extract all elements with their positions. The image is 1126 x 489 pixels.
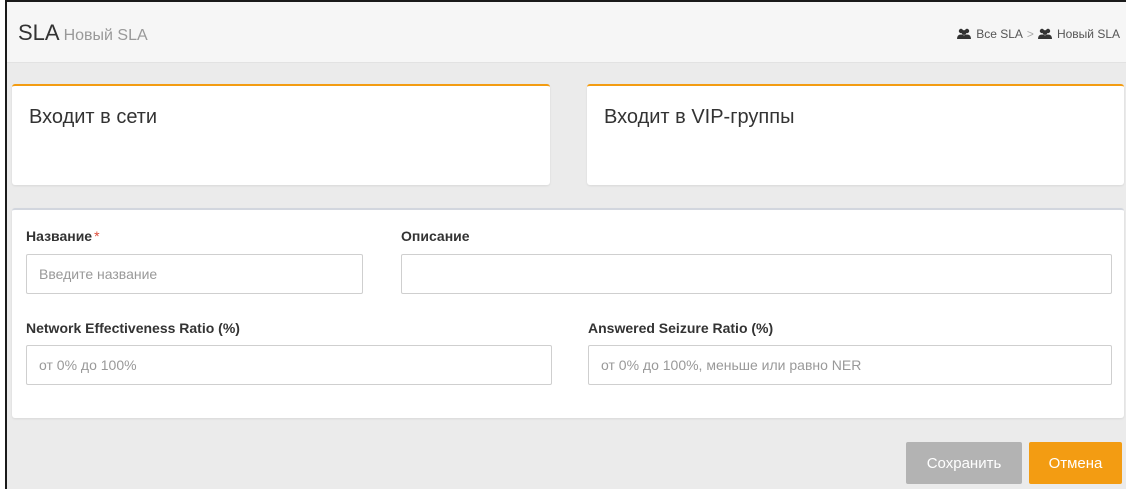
breadcrumb-new-sla: Новый SLA	[1037, 27, 1120, 41]
users-icon	[1037, 28, 1052, 39]
asr-input[interactable]	[588, 345, 1112, 385]
description-input[interactable]	[401, 254, 1112, 294]
vip-groups-card-title: Входит в VIP-группы	[604, 106, 795, 128]
name-label-text: Название	[26, 228, 93, 244]
page-title-text: SLA	[18, 20, 60, 45]
name-input[interactable]	[26, 254, 363, 294]
networks-card[interactable]: Входит в сети	[12, 84, 550, 185]
name-label: Название *	[26, 228, 100, 244]
ner-input[interactable]	[26, 345, 552, 385]
users-icon	[957, 28, 972, 39]
required-mark: *	[94, 228, 100, 244]
networks-card-title: Входит в сети	[29, 106, 158, 128]
page-title: SLA Новый SLA	[18, 20, 148, 46]
breadcrumb-separator: >	[1026, 27, 1034, 41]
page-header: SLA Новый SLA Все SLA > Новый SLA	[7, 2, 1126, 63]
breadcrumb-label: Новый SLA	[1056, 27, 1120, 41]
vip-groups-card[interactable]: Входит в VIP-группы	[587, 84, 1124, 185]
asr-label: Answered Seizure Ratio (%)	[588, 320, 774, 336]
sla-form: Название* Описание Network Effectiveness…	[12, 208, 1124, 418]
breadcrumb: Все SLA > Новый SLA	[957, 27, 1120, 41]
save-button[interactable]: Сохранить	[906, 442, 1022, 484]
cancel-button[interactable]: Отмена	[1029, 442, 1122, 484]
breadcrumb-label: Все SLA	[976, 27, 1023, 41]
ner-label: Network Effectiveness Ratio (%)	[26, 320, 240, 336]
app-frame: SLA Новый SLA Все SLA > Новый SLA Входит…	[5, 0, 1126, 489]
description-label: Описание	[401, 228, 470, 244]
breadcrumb-all-sla[interactable]: Все SLA	[957, 27, 1023, 41]
page-subtitle: Новый SLA	[63, 27, 148, 44]
